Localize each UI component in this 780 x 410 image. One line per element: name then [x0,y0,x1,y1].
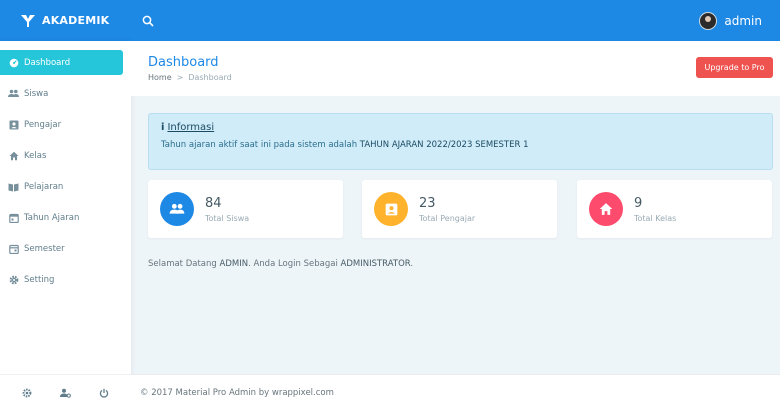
stat-card-siswa: 84 Total Siswa [148,180,343,238]
settings-icon[interactable] [21,387,33,399]
welcome-role: ADMINISTRATOR [340,259,411,269]
alert-title: i Informasi [161,122,760,133]
sidebar-footer [0,374,131,410]
sidebar-item-label: Pelajaran [24,181,64,192]
event-icon [8,243,19,254]
stat-value: 84 [205,195,222,211]
stat-value: 9 [634,195,643,211]
breadcrumb-current: Dashboard [188,73,232,82]
breadcrumb-home[interactable]: Home [148,73,172,82]
book-icon [8,181,19,192]
stat-label: Total Pengajar [419,213,476,223]
sidebar-item-label: Siswa [24,88,49,99]
stat-card-kelas: 9 Total Kelas [577,180,772,238]
top-navbar: AKADEMIK admin [0,0,780,41]
sidebar-item-pelajaran[interactable]: Pelajaran [0,174,123,199]
dashboard-icon [8,57,19,68]
brand[interactable]: AKADEMIK [0,0,131,41]
stat-label: Total Siswa [205,213,250,223]
user-name: admin [724,13,762,28]
breadcrumb-separator: > [176,73,184,82]
sidebar-item-label: Setting [24,274,55,285]
sidebar-item-setting[interactable]: Setting [0,267,123,292]
people-icon [8,88,19,99]
stat-value: 23 [419,195,436,211]
sidebar-item-label: Semester [24,243,65,254]
people-icon [160,192,194,226]
welcome-middle: . Anda Login Sebagai [248,259,338,269]
sidebar: Dashboard Siswa Pengajar Kelas Pelajaran [0,41,131,410]
stat-label: Total Kelas [634,213,677,223]
calendar-icon [8,212,19,223]
sidebar-item-label: Tahun Ajaran [24,212,80,223]
sidebar-item-siswa[interactable]: Siswa [0,81,123,106]
alert-text: Tahun ajaran aktif saat ini pada sistem … [161,140,760,150]
page-header: Dashboard Home > Dashboard Upgrade to Pr… [131,41,780,96]
sidebar-item-label: Kelas [24,150,47,161]
home-icon [589,192,623,226]
welcome-suffix: . [410,259,414,269]
sidebar-item-dashboard[interactable]: Dashboard [0,50,123,75]
user-menu[interactable]: admin [699,11,762,30]
sidebar-item-label: Dashboard [24,57,71,68]
welcome-name: ADMIN [219,259,249,269]
brand-name: AKADEMIK [42,14,110,27]
welcome-prefix: Selamat Datang [148,259,217,269]
sidebar-item-kelas[interactable]: Kelas [0,143,123,168]
sidebar-item-label: Pengajar [24,119,62,130]
sidebar-item-pengajar[interactable]: Pengajar [0,112,123,137]
sidebar-item-tahun-ajaran[interactable]: Tahun Ajaran [0,205,123,230]
logo-icon [20,14,36,28]
breadcrumb: Home > Dashboard [148,73,232,82]
sidebar-item-semester[interactable]: Semester [0,236,123,261]
footer: © 2017 Material Pro Admin by wrappixel.c… [131,374,780,410]
stat-card-pengajar: 23 Total Pengajar [362,180,557,238]
active-academic-year: TAHUN AJARAN 2022/2023 SEMESTER 1 [359,140,529,150]
power-icon[interactable] [98,387,110,399]
badge-icon [8,119,19,130]
search-icon[interactable] [139,12,157,30]
welcome-message: Selamat Datang ADMIN. Anda Login Sebagai… [148,259,413,269]
badge-icon [374,192,408,226]
info-alert: i Informasi Tahun ajaran aktif saat ini … [148,113,773,170]
alert-text-prefix: Tahun ajaran aktif saat ini pada sistem … [161,140,358,150]
gear-icon [8,274,19,285]
info-icon: i [161,122,165,133]
page-title: Dashboard [148,55,219,70]
alert-title-text: Informasi [167,122,215,133]
manage-users-icon[interactable] [59,387,71,399]
avatar [699,11,718,30]
sidebar-menu: Dashboard Siswa Pengajar Kelas Pelajaran [0,41,131,292]
footer-text: © 2017 Material Pro Admin by wrappixel.c… [140,387,334,398]
upgrade-to-pro-button[interactable]: Upgrade to Pro [696,57,773,78]
home-icon [8,150,19,161]
